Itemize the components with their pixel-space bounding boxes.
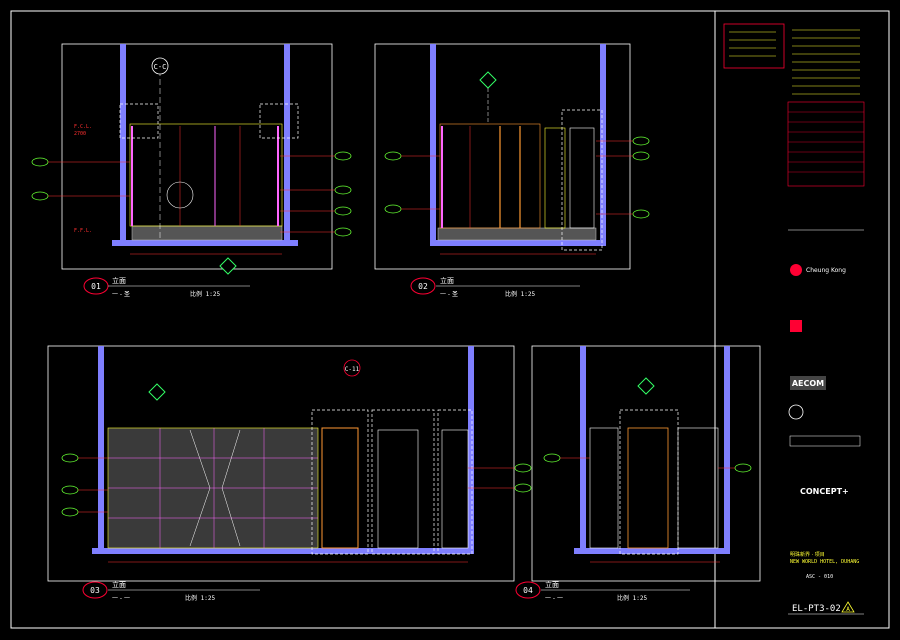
project-name-cn: 明珠新界 · 项目 xyxy=(790,551,825,558)
view-03-subtitle: 一 - 一 xyxy=(112,595,130,602)
view-02-floor-slab xyxy=(430,240,606,246)
level-ffl-text: F.F.L. xyxy=(74,228,92,234)
view-03-vanity xyxy=(441,429,469,549)
view-03-mirror-panel xyxy=(321,427,359,549)
consultant-concept: CONCEPT+ xyxy=(800,487,849,496)
view-01-right-wall xyxy=(284,44,290,244)
tag-bubble xyxy=(384,204,402,214)
revision-mark: A xyxy=(846,606,850,613)
view-02-subtitle: 一 - 圣 xyxy=(440,290,458,298)
scale-field: ASC - 010 xyxy=(806,574,833,580)
tag-bubble xyxy=(632,136,650,146)
view-03-detail-box xyxy=(437,409,473,555)
view-02-wall-panel xyxy=(439,123,541,229)
view-01-floor-slab xyxy=(112,240,298,246)
view-02-number: 02 xyxy=(418,282,428,291)
view-02-cabinet xyxy=(569,127,595,229)
view-03-section-marker xyxy=(148,383,166,401)
view-02-scale: 比例 1:25 xyxy=(505,290,535,298)
tag-bubble xyxy=(61,453,79,463)
tag-bubble xyxy=(31,191,49,201)
view-04-floor-slab xyxy=(574,548,730,554)
cheung-kong-logo-icon xyxy=(790,264,802,276)
elevation-view-02: 02 立面 一 - 圣 比例 1:25 xyxy=(374,43,650,298)
tag-bubble xyxy=(632,151,650,161)
drawing-number: EL-PT3-02 xyxy=(792,604,841,614)
consultant-cheung-kong: Cheung Kong xyxy=(806,267,846,274)
project-name-box xyxy=(789,435,861,447)
view-03-floor-slab xyxy=(92,548,474,554)
view-04-title: 立面 xyxy=(545,580,559,589)
view-01-title: 立面 xyxy=(112,276,126,285)
view-02-tags xyxy=(384,136,650,219)
view-03-title: 立面 xyxy=(112,580,126,589)
view-03-left-wall xyxy=(98,346,104,551)
view-03-vanity xyxy=(377,429,419,549)
view-04-vanity xyxy=(677,427,719,549)
revision-table xyxy=(787,101,865,187)
section-label-c-c: C-C xyxy=(154,63,167,71)
elevation-view-03: C-11 03 立面 一 - 一 比例 1:25 xyxy=(47,345,532,602)
view-01-tags xyxy=(31,151,352,237)
view-01-scale: 比例 1:25 xyxy=(190,290,220,298)
view-04-vanity xyxy=(589,427,619,549)
tag-bubble xyxy=(334,185,352,195)
view-02-stone-base xyxy=(437,227,597,241)
cad-drawing-sheet: C-C F.F.L. F.C.L. 2700 01 立面 一 - 圣 比例 1:… xyxy=(10,10,890,629)
view-04-right-wall xyxy=(724,346,730,551)
tag-bubble xyxy=(334,151,352,161)
view-01-left-wall xyxy=(120,44,126,244)
view-04-subtitle: 一 - 一 xyxy=(545,595,563,602)
view-04-section-marker xyxy=(637,377,655,395)
legend-box xyxy=(723,23,785,69)
tag-bubble xyxy=(61,507,79,517)
view-03-detail-box xyxy=(371,409,435,555)
view-01-section-marker xyxy=(219,257,237,275)
view-02-title: 立面 xyxy=(440,276,454,285)
tag-bubble xyxy=(632,209,650,219)
title-block: Cheung Kong AECOM CONCEPT+ 明珠新界 · 项目 NEW… xyxy=(723,23,865,615)
elevation-view-04: 04 立面 一 - 一 比例 1:25 xyxy=(515,345,761,602)
view-03-scale: 比例 1:25 xyxy=(185,594,215,602)
tag-bubble xyxy=(543,453,561,463)
view-03-detail-box xyxy=(311,409,369,555)
tag-bubble xyxy=(61,485,79,495)
elevation-view-01: C-C F.F.L. F.C.L. 2700 01 立面 一 - 圣 比例 1:… xyxy=(31,43,352,298)
tag-bubble xyxy=(514,463,532,473)
view-04-left-wall xyxy=(580,346,586,551)
level-fcl-text: F.C.L. xyxy=(74,124,92,130)
view-02-section-marker xyxy=(479,71,497,89)
tag-bubble xyxy=(514,483,532,493)
consultant-aecom: AECOM xyxy=(792,379,824,388)
tag-bubble xyxy=(384,151,402,161)
view-04-tags xyxy=(543,453,752,473)
view-04-number: 04 xyxy=(523,586,533,595)
view-01-subtitle: 一 - 圣 xyxy=(112,290,130,298)
consultant-seal-icon xyxy=(788,404,804,420)
tag-bubble xyxy=(334,227,352,237)
section-label-c-11: C-11 xyxy=(345,366,360,373)
view-04-vanity xyxy=(627,427,669,549)
view-03-right-wall xyxy=(468,346,474,551)
tag-bubble xyxy=(334,206,352,216)
view-01-stone-base xyxy=(131,225,283,241)
view-01-wall-panel xyxy=(129,123,283,227)
view-04-scale: 比例 1:25 xyxy=(617,594,647,602)
project-name-en: NEW WORLD HOTEL, DUHANG xyxy=(790,559,859,565)
view-03-number: 03 xyxy=(90,586,100,595)
view-01-number: 01 xyxy=(91,282,101,291)
level-height-text: 2700 xyxy=(74,131,86,137)
dev-logo-icon xyxy=(790,320,802,332)
tag-bubble xyxy=(31,157,49,167)
tag-bubble xyxy=(734,463,752,473)
view-04-detail-box xyxy=(619,409,679,555)
view-02-left-wall xyxy=(430,44,436,244)
